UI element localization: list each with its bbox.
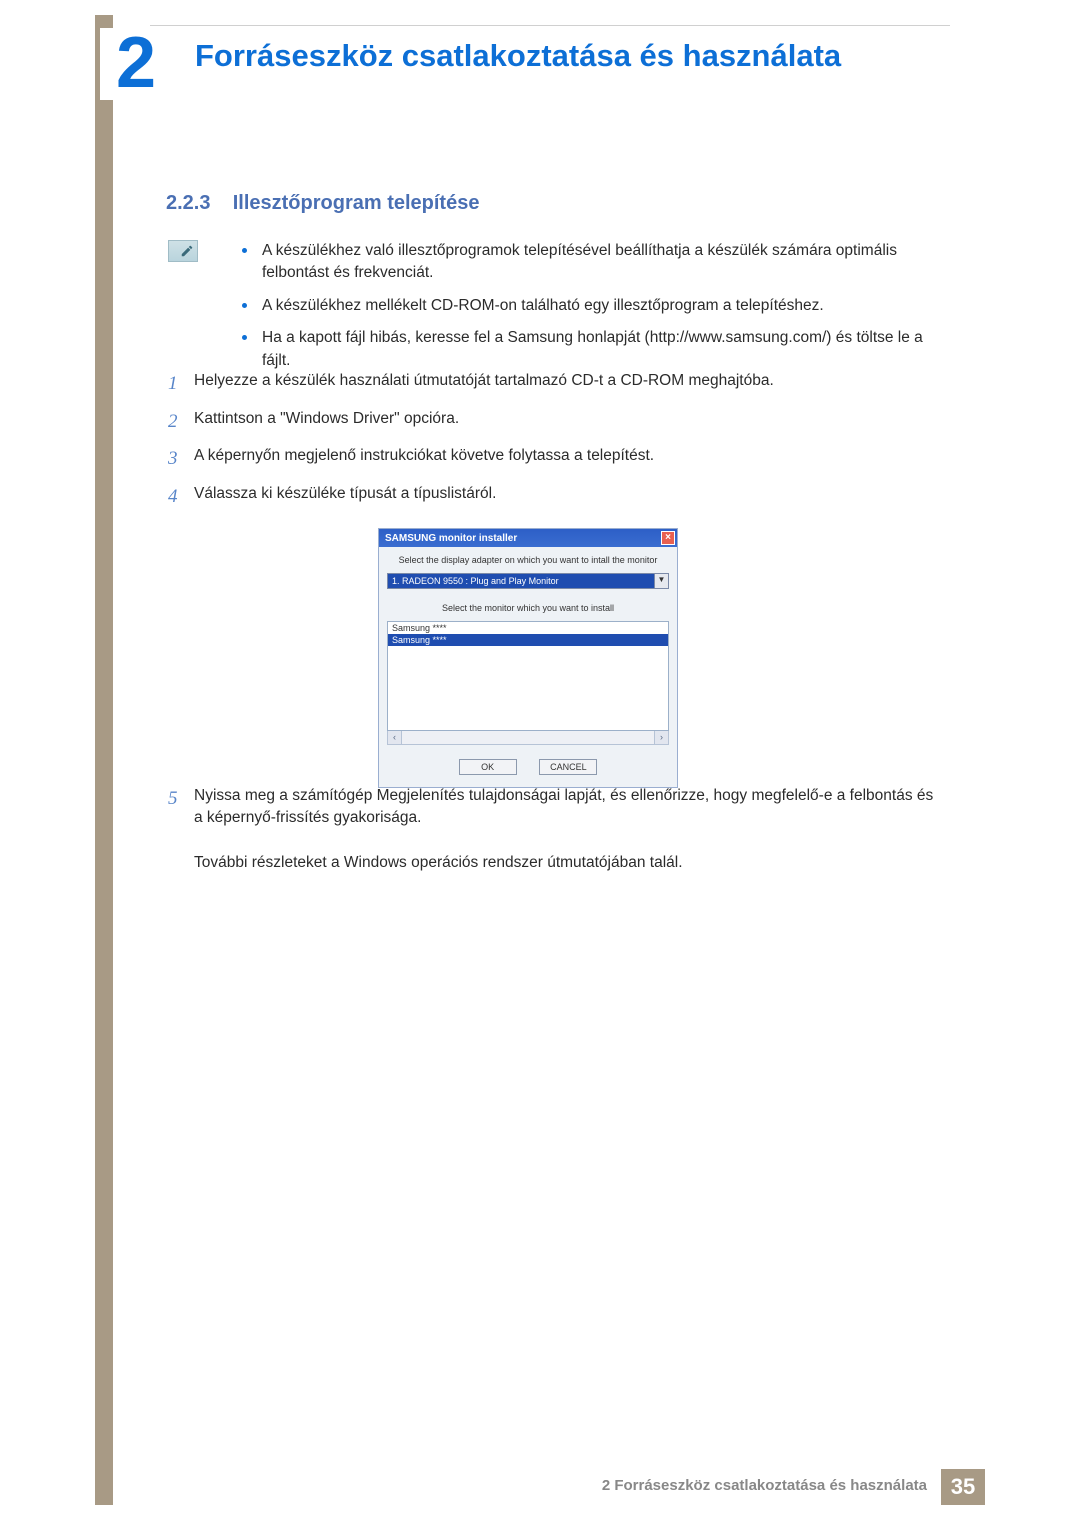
section-title: Illesztőprogram telepítése <box>233 192 480 214</box>
close-icon[interactable]: × <box>661 531 675 545</box>
scroll-track[interactable] <box>402 731 654 744</box>
step-row: 3 A képernyőn megjelenő instrukciókat kö… <box>168 445 938 473</box>
chapter-number: 2 <box>100 28 172 98</box>
note-bullet: A készülékhez való illesztőprogramok tel… <box>240 240 940 285</box>
list-item[interactable]: Samsung **** <box>388 634 668 646</box>
note-icon <box>168 240 198 262</box>
section-heading: 2.2.3 Illesztőprogram telepítése <box>166 192 479 215</box>
step-row: 5 Nyissa meg a számítógép Megjelenítés t… <box>168 785 938 875</box>
installer-window: SAMSUNG monitor installer × Select the d… <box>378 528 678 788</box>
scroll-right-icon[interactable]: › <box>654 731 668 744</box>
step-text: A képernyőn megjelenő instrukciókat köve… <box>194 445 938 473</box>
footer-text: 2 Forráseszköz csatlakoztatása és haszná… <box>602 1469 941 1505</box>
installer-button-row: OK CANCEL <box>379 753 677 787</box>
installer-titlebar: SAMSUNG monitor installer × <box>379 529 677 547</box>
cancel-button[interactable]: CANCEL <box>539 759 597 775</box>
page-number: 35 <box>941 1469 985 1505</box>
scroll-left-icon[interactable]: ‹ <box>388 731 402 744</box>
note-bullet-list: A készülékhez való illesztőprogramok tel… <box>240 240 940 382</box>
step-text: Válassza ki készüléke típusát a típuslis… <box>194 483 938 511</box>
step-text-extra: További részleteket a Windows operációs … <box>194 854 683 871</box>
installer-msg: Select the display adapter on which you … <box>379 547 677 573</box>
step-text-line: Nyissa meg a számítógép Megjelenítés tul… <box>194 787 933 826</box>
steps-block: 1 Helyezze a készülék használati útmutat… <box>168 370 938 806</box>
step-number: 2 <box>168 408 194 436</box>
chevron-down-icon[interactable]: ▼ <box>655 573 669 589</box>
step-text: Kattintson a "Windows Driver" opcióra. <box>194 408 938 436</box>
step-number: 5 <box>168 785 194 875</box>
section-number: 2.2.3 <box>166 192 210 214</box>
monitor-listbox[interactable]: Samsung **** Samsung **** <box>387 621 669 731</box>
page-footer: 2 Forráseszköz csatlakoztatása és haszná… <box>602 1469 985 1505</box>
step-text: Helyezze a készülék használati útmutatój… <box>194 370 938 398</box>
step-number: 3 <box>168 445 194 473</box>
step-text: Nyissa meg a számítógép Megjelenítés tul… <box>194 785 938 875</box>
horizontal-scrollbar[interactable]: ‹ › <box>387 731 669 745</box>
step-row: 2 Kattintson a "Windows Driver" opcióra. <box>168 408 938 436</box>
chapter-title: Forráseszköz csatlakoztatása és használa… <box>195 38 841 74</box>
step-number: 1 <box>168 370 194 398</box>
chapter-number-box: 2 <box>100 28 172 100</box>
step-row: 4 Válassza ki készüléke típusát a típusl… <box>168 483 938 511</box>
adapter-combo[interactable]: 1. RADEON 9550 : Plug and Play Monitor ▼ <box>387 573 669 589</box>
ok-button[interactable]: OK <box>459 759 517 775</box>
top-rule <box>150 25 950 26</box>
side-strip <box>95 15 113 1505</box>
adapter-combo-value: 1. RADEON 9550 : Plug and Play Monitor <box>387 573 655 589</box>
step-number: 4 <box>168 483 194 511</box>
note-bullet: A készülékhez mellékelt CD-ROM-on találh… <box>240 295 940 317</box>
note-bullet: Ha a kapott fájl hibás, keresse fel a Sa… <box>240 327 940 372</box>
installer-msg: Select the monitor which you want to ins… <box>379 595 677 621</box>
step-row: 1 Helyezze a készülék használati útmutat… <box>168 370 938 398</box>
installer-title: SAMSUNG monitor installer <box>385 533 517 544</box>
list-item[interactable]: Samsung **** <box>388 622 668 634</box>
steps-block-continued: 5 Nyissa meg a számítógép Megjelenítés t… <box>168 785 938 885</box>
